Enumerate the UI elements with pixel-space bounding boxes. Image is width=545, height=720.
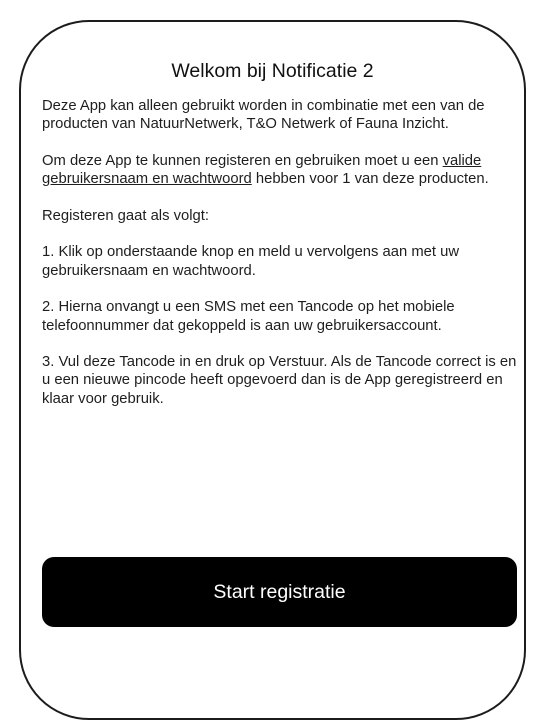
- dialog-title: Welkom bij Notificatie 2: [171, 60, 374, 82]
- requirement-text: Om deze App te kunnen registeren en gebr…: [42, 152, 517, 189]
- requirement-text-before: Om deze App te kunnen registeren en gebr…: [42, 152, 443, 169]
- step-2-text: 2. Hierna onvangt u een SMS met een Tanc…: [42, 299, 455, 334]
- step-1-text: 1. Klik op onderstaande knop en meld u v…: [42, 244, 460, 279]
- requirement-text-after: hebben voor 1 van deze producten.: [251, 171, 489, 188]
- step-3-text: 3. Vul deze Tancode in en druk op Verstu…: [42, 354, 517, 407]
- intro-text: Deze App kan alleen gebruikt worden in c…: [42, 98, 485, 133]
- start-registration-button[interactable]: Start registratie: [42, 557, 517, 627]
- dialog-content: Deze App kan alleen gebruikt worden in c…: [42, 97, 517, 426]
- steps-heading: Registeren gaat als volgt:: [42, 207, 209, 224]
